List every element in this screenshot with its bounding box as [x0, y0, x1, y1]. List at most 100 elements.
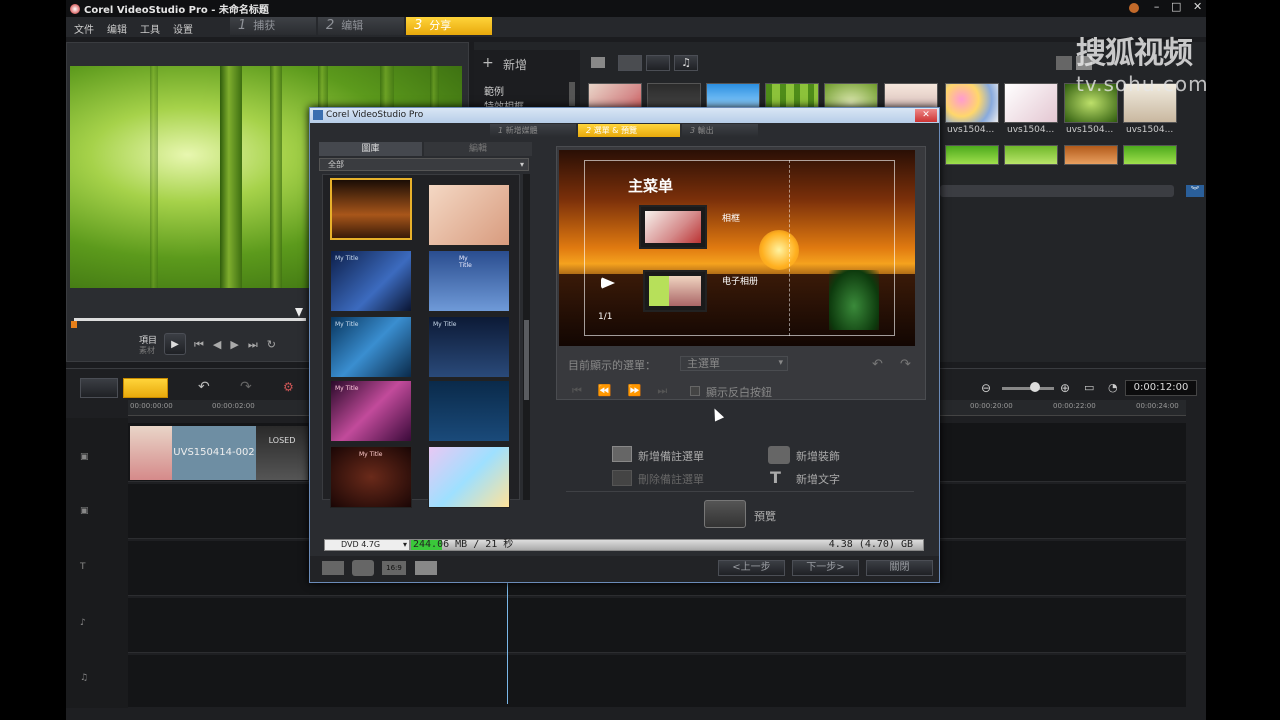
tab-edit[interactable]: 編輯: [424, 142, 532, 156]
video-track-icon[interactable]: ▣: [80, 452, 89, 462]
show-inverse-checkbox[interactable]: [690, 386, 700, 396]
menu-template[interactable]: My Title: [330, 250, 412, 312]
undo-icon[interactable]: ↶: [198, 379, 210, 395]
library-scrollbar[interactable]: [569, 82, 575, 106]
back-button[interactable]: <上一步: [718, 560, 785, 576]
add-decoration-icon[interactable]: [768, 446, 790, 464]
library-scrollbar-h[interactable]: [940, 185, 1174, 197]
aspect-ratio-icon[interactable]: 16:9: [382, 561, 406, 575]
palm-decoration-icon[interactable]: [829, 270, 879, 330]
go-start-icon[interactable]: ⏮: [194, 338, 213, 351]
menu-template[interactable]: My Title: [330, 446, 412, 508]
next-icon[interactable]: ⏩: [628, 384, 658, 397]
menu-item-label[interactable]: 相框: [722, 211, 740, 224]
step-edit[interactable]: 2 编辑: [318, 17, 404, 35]
redo-icon[interactable]: ↷: [240, 379, 252, 395]
add-decoration-button[interactable]: 新增裝飾: [796, 448, 840, 464]
timeline-scrollbar[interactable]: [1188, 423, 1202, 707]
menu-template[interactable]: My Title: [330, 380, 412, 442]
maximize-icon[interactable]: □: [1171, 0, 1181, 17]
music-filter-icon[interactable]: ♫: [674, 55, 698, 71]
menu-template[interactable]: [428, 446, 510, 508]
step-capture[interactable]: 1 捕获: [230, 17, 316, 35]
next-button[interactable]: 下一步>: [792, 560, 859, 576]
add-text-button[interactable]: 新增文字: [796, 471, 840, 487]
music-track[interactable]: [128, 655, 1186, 707]
delete-note-menu-icon[interactable]: [612, 470, 632, 486]
play-button[interactable]: ▶: [164, 333, 186, 355]
repeat-icon[interactable]: ↻: [267, 338, 285, 351]
list-view-icon[interactable]: [1056, 56, 1072, 70]
folder-icon[interactable]: [591, 57, 605, 68]
title-track-icon[interactable]: T: [80, 562, 86, 572]
mark-in-icon[interactable]: [71, 321, 77, 328]
menu-item-thumb[interactable]: [643, 270, 707, 312]
add-note-menu-button[interactable]: 新增備註選單: [638, 448, 704, 464]
add-text-icon[interactable]: T: [770, 468, 781, 487]
add-icon[interactable]: +: [482, 55, 494, 71]
last-icon[interactable]: ⏭: [657, 384, 683, 397]
next-frame-icon[interactable]: ▶: [230, 338, 247, 351]
menu-template[interactable]: My Title: [428, 250, 510, 312]
library-thumb[interactable]: [945, 83, 999, 123]
menu-tools[interactable]: 工具: [140, 21, 160, 36]
timeline-view-icon[interactable]: [123, 378, 168, 398]
delete-note-menu-button[interactable]: 刪除備註選單: [638, 471, 704, 487]
library-category[interactable]: 範例: [484, 83, 504, 98]
mode-clip[interactable]: 素材: [139, 345, 155, 356]
undo-icon[interactable]: ↶: [872, 357, 883, 372]
menu-edit[interactable]: 编辑: [107, 21, 127, 36]
expand-icon[interactable]: ︾: [1186, 185, 1204, 197]
overlay-track-icon[interactable]: ▣: [80, 506, 89, 516]
video-filter-icon[interactable]: [618, 55, 642, 71]
preview-icon[interactable]: [704, 500, 746, 528]
library-thumb[interactable]: [1123, 145, 1177, 165]
record-icon[interactable]: ⚙: [283, 380, 294, 394]
menu-template[interactable]: My Title: [428, 316, 510, 378]
close-icon[interactable]: ✕: [1193, 0, 1202, 17]
menu-main-title[interactable]: 主菜单: [628, 175, 673, 196]
template-filter-select[interactable]: 全部 ▾: [319, 158, 529, 171]
menu-settings[interactable]: 设置: [173, 21, 193, 36]
library-thumb[interactable]: [945, 145, 999, 165]
menu-template[interactable]: [428, 380, 510, 442]
zoom-thumb[interactable]: [1030, 382, 1040, 392]
menu-template[interactable]: [330, 178, 412, 240]
timeline-clip-thumb[interactable]: LOSED: [256, 426, 308, 480]
close-button[interactable]: 關閉: [866, 560, 933, 576]
tab-gallery[interactable]: 圖庫: [319, 142, 422, 156]
music-track-icon[interactable]: ♫: [80, 673, 88, 683]
zoom-in-icon[interactable]: ⊕: [1060, 381, 1070, 395]
timecode-display[interactable]: 0:00:12:00: [1125, 380, 1197, 396]
photo-filter-icon[interactable]: [646, 55, 670, 71]
library-thumb[interactable]: [1064, 145, 1118, 165]
scrub-bar[interactable]: [74, 318, 306, 321]
help-icon[interactable]: [1129, 3, 1139, 13]
library-add[interactable]: 新增: [503, 56, 527, 73]
menu-item-label[interactable]: 电子相册: [722, 274, 758, 287]
menu-template[interactable]: [428, 184, 510, 246]
dialog-step-menu-preview[interactable]: 2 選單 & 預覽: [578, 124, 680, 137]
redo-icon[interactable]: ↷: [900, 357, 911, 372]
first-icon[interactable]: ⏮: [572, 384, 598, 397]
fit-icon[interactable]: ▭: [1084, 381, 1094, 394]
menu-template[interactable]: My Title: [330, 316, 412, 378]
playhead[interactable]: [507, 580, 508, 704]
timeline-clip[interactable]: [130, 426, 172, 480]
zoom-slider[interactable]: [1002, 387, 1054, 390]
menu-item-thumb[interactable]: [639, 205, 707, 249]
camera-icon[interactable]: [352, 560, 374, 576]
preview-button[interactable]: 預覽: [754, 508, 776, 524]
dialog-close-icon[interactable]: ✕: [915, 109, 937, 122]
voice-track-icon[interactable]: ♪: [80, 618, 86, 628]
library-thumb[interactable]: [1004, 83, 1058, 123]
disc-type-select[interactable]: DVD 4.7G ▾: [324, 539, 410, 551]
clock-icon[interactable]: ◔: [1108, 381, 1118, 394]
current-menu-select[interactable]: 主選單 ▾: [680, 356, 788, 371]
storyboard-view-icon[interactable]: [80, 378, 118, 398]
prev-frame-icon[interactable]: ◀: [213, 338, 230, 351]
project-settings-icon[interactable]: [322, 561, 344, 575]
library-thumb[interactable]: [1004, 145, 1058, 165]
step-share[interactable]: 3 分享: [406, 17, 492, 35]
voice-track[interactable]: [128, 598, 1186, 653]
